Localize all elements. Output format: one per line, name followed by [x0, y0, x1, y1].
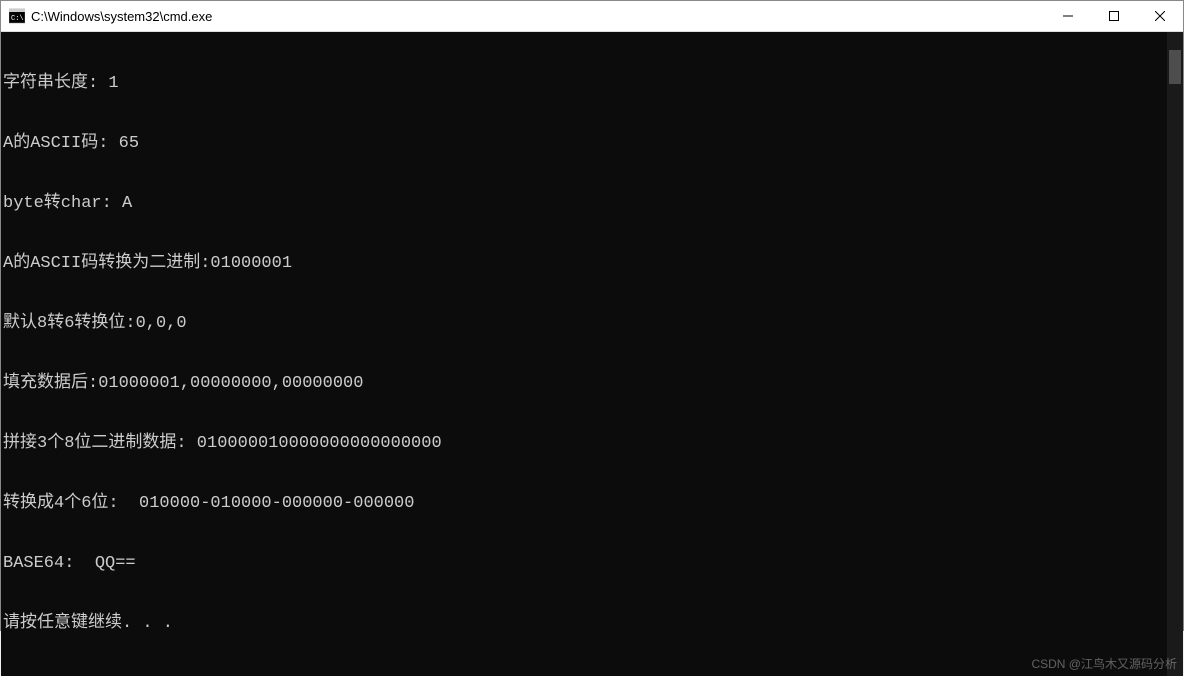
cmd-icon: C:\ — [9, 8, 25, 24]
output-line: A的ASCII码: 65 — [3, 134, 1167, 154]
output-line: 默认8转6转换位:0,0,0 — [3, 314, 1167, 334]
window-controls — [1045, 1, 1183, 31]
svg-text:C:\: C:\ — [11, 15, 24, 23]
output-line: 请按任意键继续. . . — [3, 614, 1167, 634]
scrollbar-thumb[interactable] — [1169, 50, 1181, 84]
output-line: byte转char: A — [3, 194, 1167, 214]
output-line: 转换成4个6位: 010000-010000-000000-000000 — [3, 494, 1167, 514]
vertical-scrollbar[interactable] — [1167, 32, 1183, 676]
output-line: BASE64: QQ== — [3, 554, 1167, 574]
cmd-window: C:\ C:\Windows\system32\cmd.exe 字符串长度: 1… — [0, 0, 1184, 631]
maximize-button[interactable] — [1091, 1, 1137, 31]
console-output[interactable]: 字符串长度: 1 A的ASCII码: 65 byte转char: A A的ASC… — [1, 32, 1167, 676]
output-line: 填充数据后:01000001,00000000,00000000 — [3, 374, 1167, 394]
output-line: A的ASCII码转换为二进制:01000001 — [3, 254, 1167, 274]
titlebar[interactable]: C:\ C:\Windows\system32\cmd.exe — [1, 1, 1183, 32]
output-line: 字符串长度: 1 — [3, 74, 1167, 94]
minimize-button[interactable] — [1045, 1, 1091, 31]
window-title: C:\Windows\system32\cmd.exe — [31, 9, 1045, 24]
console-area: 字符串长度: 1 A的ASCII码: 65 byte转char: A A的ASC… — [1, 32, 1183, 676]
output-line: 拼接3个8位二进制数据: 010000010000000000000000 — [3, 434, 1167, 454]
close-button[interactable] — [1137, 1, 1183, 31]
